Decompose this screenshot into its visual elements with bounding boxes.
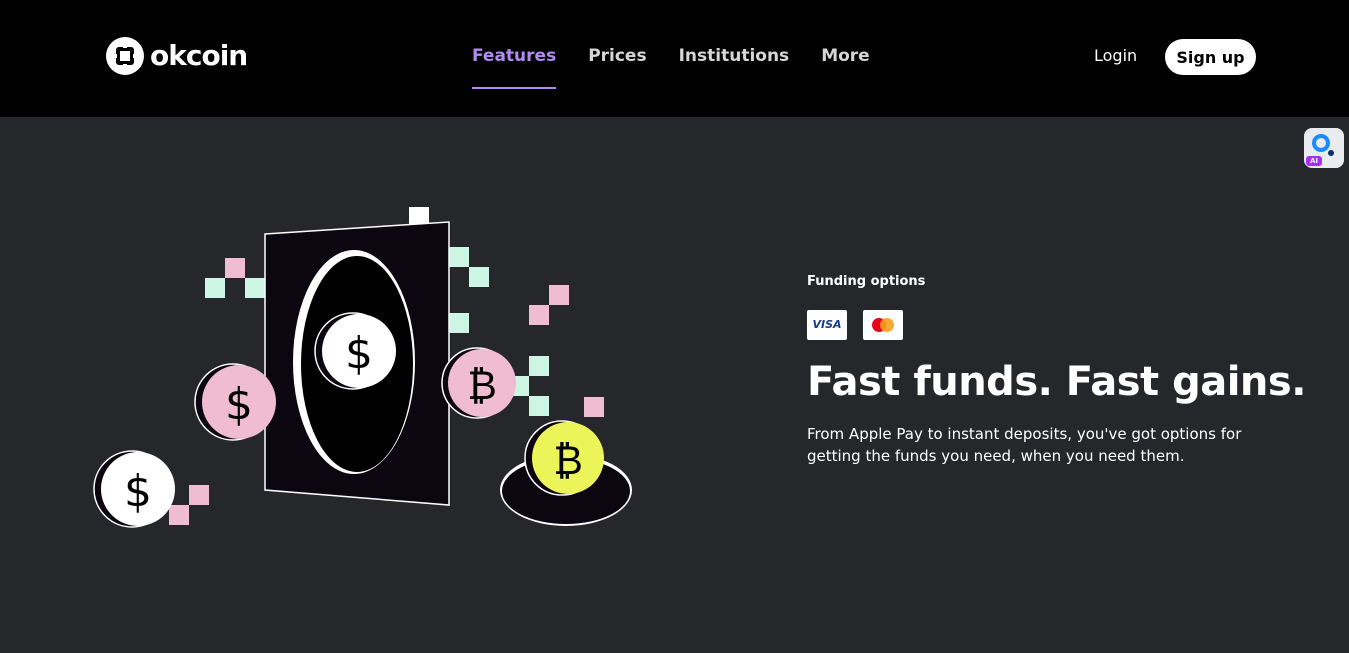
svg-text:$: $ bbox=[124, 466, 152, 517]
payment-methods: VISA bbox=[807, 310, 919, 340]
signup-button[interactable]: Sign up bbox=[1165, 39, 1256, 75]
nav-prices[interactable]: Prices bbox=[588, 45, 646, 67]
login-link[interactable]: Login bbox=[1094, 45, 1137, 67]
top-navigation-bar: okcoin Features Prices Institutions More… bbox=[0, 0, 1349, 117]
assistant-dot-icon bbox=[1328, 150, 1334, 156]
svg-text:₿: ₿ bbox=[467, 363, 497, 409]
nav-institutions-label: Institutions bbox=[678, 46, 790, 66]
section-headline: Fast funds. Fast gains. bbox=[807, 359, 1306, 405]
ai-badge: AI bbox=[1306, 156, 1322, 166]
dollar-coin-pink-icon: $ bbox=[194, 363, 276, 441]
nav-prices-label: Prices bbox=[588, 46, 647, 66]
nav-features-label: Features bbox=[472, 46, 557, 66]
visa-card-icon: VISA bbox=[807, 310, 847, 340]
svg-text:$: $ bbox=[225, 379, 253, 430]
bitcoin-coin-yellow-icon: ₿ bbox=[500, 420, 632, 526]
section-description: From Apple Pay to instant deposits, you'… bbox=[807, 425, 1242, 465]
bitcoin-coin-pink-icon: ₿ bbox=[441, 347, 516, 419]
active-tab-indicator bbox=[472, 87, 557, 89]
okcoin-logo[interactable]: okcoin bbox=[106, 37, 248, 75]
svg-text:$: $ bbox=[345, 328, 373, 379]
section-eyebrow: Funding options bbox=[807, 274, 926, 289]
logo-wordmark: okcoin bbox=[150, 39, 248, 72]
search-assistant-icon bbox=[1312, 134, 1330, 152]
svg-text:₿: ₿ bbox=[553, 438, 583, 484]
main-nav: Features Prices Institutions More bbox=[472, 45, 902, 89]
okcoin-logo-icon bbox=[106, 37, 144, 75]
mastercard-yellow-circle bbox=[880, 318, 894, 332]
nav-institutions[interactable]: Institutions bbox=[679, 45, 790, 67]
dollar-coin-white-icon: $ bbox=[93, 450, 175, 528]
nav-more-label: More bbox=[821, 46, 870, 66]
visa-label: VISA bbox=[812, 318, 842, 331]
mastercard-icon bbox=[863, 310, 903, 340]
nav-more[interactable]: More bbox=[821, 45, 870, 67]
nav-features[interactable]: Features bbox=[472, 45, 557, 89]
ai-assistant-widget[interactable]: AI bbox=[1304, 128, 1344, 168]
funding-options-section: Funding options VISA Fast funds. Fast ga… bbox=[807, 273, 1306, 465]
funding-illustration: $ $ $ ₿ ₿ bbox=[90, 200, 640, 544]
dollar-coin-center-icon: $ bbox=[314, 312, 396, 390]
